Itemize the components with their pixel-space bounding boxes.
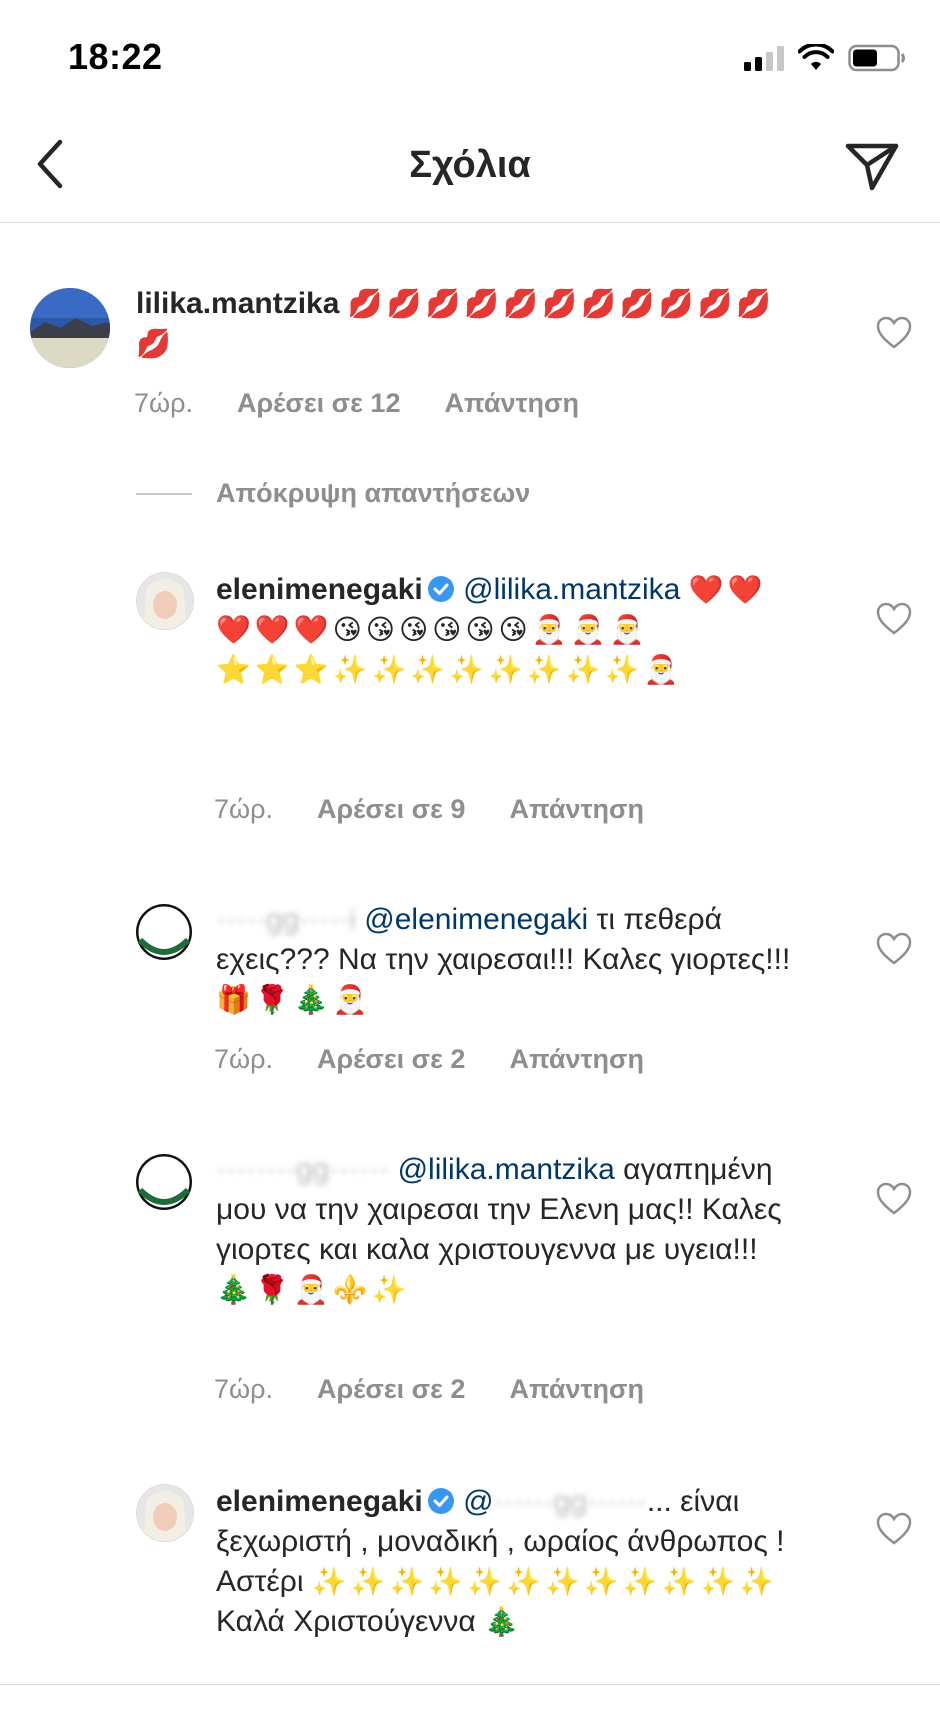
verified-badge-icon [427,1488,454,1514]
direct-share-icon[interactable] [842,138,902,194]
verified-badge-icon [427,576,454,602]
comment-mention[interactable]: @ [463,1485,493,1518]
comment-username[interactable]: lilika.mantzika [136,287,339,320]
like-heart-icon[interactable] [876,932,912,966]
divider [136,492,192,495]
comment-meta: 7ώρ. Αρέσει σε 12 Απάντηση [134,388,579,419]
comment-mention[interactable]: @elenimenegaki [364,903,588,936]
comment-emoji: 🎄🌹🎅⚜️✨ [216,1273,411,1306]
comment-text: ········gg······ @lilika.mantzika αγαπημ… [216,1150,796,1310]
avatar[interactable] [136,572,194,630]
cellular-signal-icon [744,45,784,71]
comment-mention[interactable]: @lilika.mantzika [398,1153,615,1186]
hide-replies-label: Απόκρυψη απαντήσεων [216,478,531,508]
comment-timestamp: 7ώρ. [214,794,273,824]
comment-timestamp: 7ώρ. [134,388,193,418]
wifi-icon [798,44,834,70]
hide-replies-button[interactable]: Απόκρυψη απαντήσεων [136,478,530,509]
status-time: 18:22 [68,36,163,77]
comment-text: lilika.mantzika 💋💋💋💋💋💋💋💋💋💋💋💋 [136,284,796,364]
comment-text: ·····gg·····i @elenimenegaki τι πεθερά ε… [216,900,796,1020]
status-icons [744,40,906,76]
battery-icon [848,44,905,72]
reply-button[interactable]: Απάντηση [509,794,644,825]
comment-meta: 7ώρ. Αρέσει σε 9 Απάντηση [214,794,644,825]
like-heart-icon[interactable] [876,1512,912,1546]
avatar[interactable] [30,288,110,368]
comment-emoji: 🎁🌹🎄🎅 [216,983,372,1016]
comment-body-closing: Καλά Χριστούγεννα [216,1605,476,1638]
comment-emoji-closing: 🎄 [484,1605,523,1638]
avatar[interactable] [136,1154,192,1210]
like-heart-icon[interactable] [876,1182,912,1216]
comment-likes-count[interactable]: Αρέσει σε 9 [317,794,465,825]
comment-meta: 7ώρ. Αρέσει σε 2 Απάντηση [214,1044,644,1075]
reply-button[interactable]: Απάντηση [509,1044,644,1075]
avatar[interactable] [136,1484,194,1542]
comment-username[interactable]: elenimenegaki [216,1485,423,1518]
like-heart-icon[interactable] [876,602,912,636]
comment-likes-count[interactable]: Αρέσει σε 2 [317,1044,465,1075]
comment-meta: 7ώρ. Αρέσει σε 2 Απάντηση [214,1374,644,1405]
comment-username[interactable]: elenimenegaki [216,573,423,606]
comment-timestamp: 7ώρ. [214,1374,273,1404]
comments-header: Σχόλια [0,110,940,223]
page-title: Σχόλια [409,144,531,186]
comment-emoji: ✨✨✨✨✨✨✨✨✨✨✨✨ [311,1565,779,1598]
redacted-username: ······gg······ [493,1485,647,1518]
reply-button[interactable]: Απάντηση [509,1374,644,1405]
comment-timestamp: 7ώρ. [214,1044,273,1074]
redacted-username: ·····gg·····i [216,903,356,936]
redacted-username: ········gg······ [216,1153,390,1186]
comment-mention[interactable]: @lilika.mantzika [463,573,680,606]
comment-likes-count[interactable]: Αρέσει σε 2 [317,1374,465,1405]
avatar[interactable] [136,904,192,960]
comment-text: elenimenegaki @······gg······... είναι ξ… [216,1482,816,1682]
comment-likes-count[interactable]: Αρέσει σε 12 [237,388,401,419]
status-bar: 18:22 [0,0,940,110]
divider [0,1684,940,1685]
like-heart-icon[interactable] [876,316,912,350]
reply-button[interactable]: Απάντηση [444,388,579,419]
comment-text: elenimenegaki @lilika.mantzika ❤️❤️❤️❤️❤… [216,570,796,690]
